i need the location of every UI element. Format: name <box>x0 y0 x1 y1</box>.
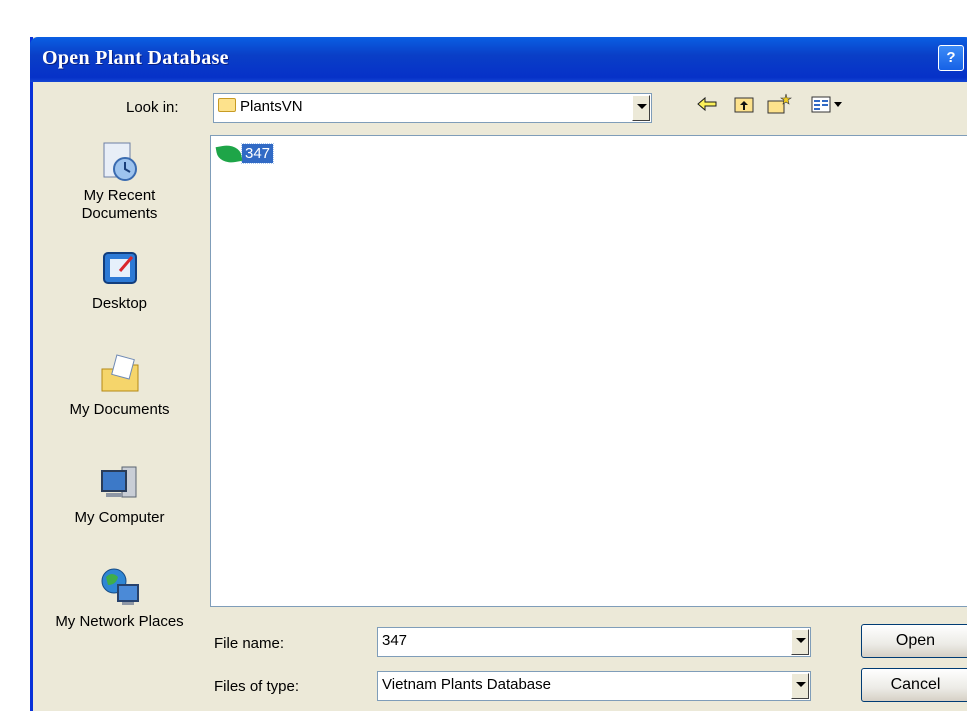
list-item[interactable]: 347 <box>215 142 275 165</box>
look-in-dropdown[interactable]: PlantsVN <box>213 93 652 123</box>
window-title: Open Plant Database <box>42 47 229 69</box>
place-label: My Computer <box>74 509 165 526</box>
back-icon[interactable] <box>696 93 718 124</box>
open-button[interactable]: Open <box>861 624 967 658</box>
help-button[interactable]: ? <box>938 45 964 71</box>
file-name-label: 347 <box>240 143 275 164</box>
places-bar: My Recent Documents Desktop My Documents… <box>47 129 192 709</box>
up-folder-icon[interactable] <box>733 93 755 124</box>
recent-documents-icon <box>103 142 137 181</box>
place-label: My Network Places <box>55 613 184 630</box>
cancel-button[interactable]: Cancel <box>861 668 967 702</box>
place-label: Desktop <box>91 295 148 312</box>
files-of-type-value: Vietnam Plants Database <box>382 676 551 693</box>
look-in-label: Look in: <box>126 99 179 116</box>
place-my-recent-documents[interactable]: My Recent Documents <box>47 139 192 223</box>
new-folder-icon[interactable] <box>766 93 792 124</box>
place-my-network-places[interactable]: My Network Places <box>47 565 192 631</box>
network-places-icon <box>101 568 139 605</box>
title-bar[interactable]: Open Plant Database ? <box>30 37 967 82</box>
look-in-value: PlantsVN <box>240 98 303 115</box>
leaf-icon <box>215 142 243 165</box>
file-list[interactable]: 347 <box>210 135 967 607</box>
chevron-down-icon[interactable] <box>791 673 809 699</box>
open-plant-database-dialog: Open Plant Database ? Look in: PlantsVN … <box>30 37 967 711</box>
place-my-computer[interactable]: My Computer <box>47 461 192 527</box>
view-menu-icon[interactable] <box>810 93 844 124</box>
my-computer-icon <box>100 466 136 498</box>
chevron-down-icon[interactable] <box>791 629 809 655</box>
place-label: My Recent Documents <box>81 187 158 222</box>
desktop-icon <box>102 252 137 284</box>
place-my-documents[interactable]: My Documents <box>47 353 192 419</box>
file-name-label: File name: <box>214 635 285 652</box>
chevron-down-icon[interactable] <box>632 95 650 121</box>
place-label: My Documents <box>69 401 170 418</box>
place-desktop[interactable]: Desktop <box>47 247 192 313</box>
files-of-type-label: Files of type: <box>214 678 300 695</box>
files-of-type-dropdown[interactable]: Vietnam Plants Database <box>377 671 811 701</box>
folder-icon <box>218 98 236 112</box>
file-name-value: 347 <box>382 632 408 649</box>
my-documents-icon <box>101 354 138 392</box>
file-name-input[interactable]: 347 <box>377 627 811 657</box>
